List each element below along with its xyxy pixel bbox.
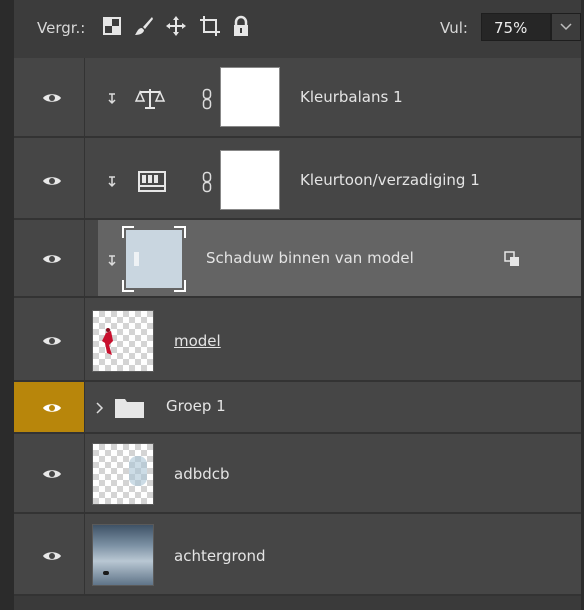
visibility-toggle[interactable] [14,220,85,296]
layer-row-kleurtoon[interactable]: Kleurtoon/verzadiging 1 [14,138,581,220]
lock-transparent-pixels-icon[interactable] [100,14,124,38]
mask-link-icon[interactable] [202,171,212,193]
visibility-toggle[interactable] [14,58,85,136]
lock-image-pixels-icon[interactable] [132,14,156,38]
folder-icon [115,399,144,418]
eye-icon[interactable] [42,467,62,481]
chevron-down-icon [560,23,572,31]
layer-name[interactable]: Kleurbalans 1 [300,88,403,106]
color-balance-icon [134,89,166,109]
visibility-toggle[interactable] [14,138,85,218]
layer-row-kleurbalans[interactable]: Kleurbalans 1 [14,58,581,138]
chevron-right-icon[interactable] [94,401,104,415]
eye-icon[interactable] [42,91,62,105]
lock-all-icon[interactable] [229,14,253,38]
layers-panel: Vergr.: Vul: 75% Kleurbalans 1 Kleurtoon… [0,0,584,610]
lock-toolbar: Vergr.: Vul: 75% [14,0,581,59]
smart-object-icon [504,251,519,266]
cloud-shape [129,456,147,486]
layer-name[interactable]: Kleurtoon/verzadiging 1 [300,171,480,189]
fill-dropdown-button[interactable] [551,13,581,41]
visibility-toggle[interactable] [14,382,85,432]
visibility-toggle[interactable] [14,298,85,380]
lock-position-icon[interactable] [164,14,188,38]
figure-dot [103,571,109,575]
eye-icon[interactable] [42,174,62,188]
layer-thumbnail[interactable] [92,310,154,372]
mask-link-icon[interactable] [202,88,212,110]
fill-opacity-input[interactable]: 75% [481,13,551,41]
clipping-arrow-icon [108,93,116,105]
layer-row-achtergrond[interactable]: achtergrond [14,514,581,596]
layer-thumbnail-selected[interactable] [122,226,186,292]
artboard-lock-icon[interactable] [198,14,222,38]
layer-mask-thumbnail[interactable] [220,150,280,210]
clipping-arrow-icon [108,176,116,188]
visibility-toggle[interactable] [14,514,85,594]
panel-left-edge [0,0,14,610]
layer-name[interactable]: Groep 1 [166,397,226,415]
layer-row-groep[interactable]: Groep 1 [14,382,581,434]
layer-thumbnail[interactable] [92,443,154,505]
hue-saturation-icon [138,171,166,192]
layer-row-schaduw[interactable]: Schaduw binnen van model [14,220,581,298]
layer-name[interactable]: model [174,332,221,350]
model-figure [102,328,113,355]
visibility-toggle[interactable] [14,434,85,512]
eye-icon[interactable] [42,401,62,415]
lock-label: Vergr.: [37,19,86,37]
eye-icon[interactable] [42,334,62,348]
eye-icon[interactable] [42,549,62,563]
layer-name[interactable]: achtergrond [174,547,266,565]
clipping-arrow-icon [108,255,116,267]
layer-row-model[interactable]: model [14,298,581,382]
layer-name[interactable]: Schaduw binnen van model [206,249,414,267]
thumbnail-selection-brackets [122,226,186,292]
fill-label: Vul: [440,19,468,37]
eye-icon[interactable] [42,252,62,266]
layer-name[interactable]: adbdcb [174,465,230,483]
layer-thumbnail[interactable] [92,524,154,586]
layer-row-adbdcb[interactable]: adbdcb [14,434,581,514]
layer-mask-thumbnail[interactable] [220,67,280,127]
